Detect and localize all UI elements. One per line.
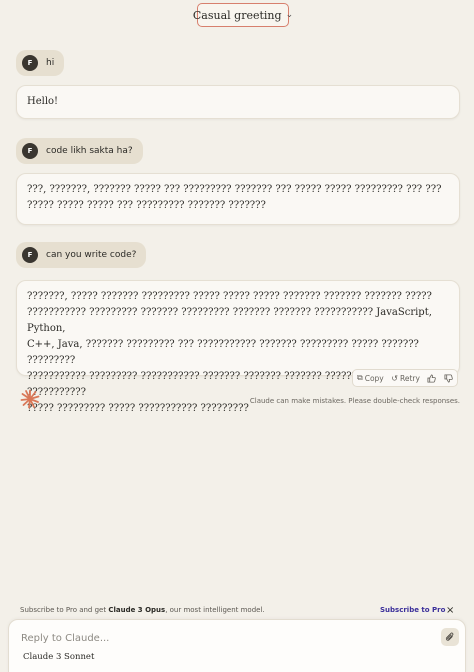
conversation-title: Casual greeting xyxy=(192,8,282,22)
paperclip-icon[interactable] xyxy=(441,628,459,646)
thumbs-down-button[interactable] xyxy=(444,373,453,383)
composer: Claude 3 Sonnet xyxy=(8,619,466,672)
promo-banner: Subscribe to Pro and get Claude 3 Opus, … xyxy=(20,605,458,618)
assistant-message-line: ???, ???????, ??????? ????? ??? ????????… xyxy=(27,184,442,195)
promo-text: Subscribe to Pro and get Claude 3 Opus, … xyxy=(20,606,265,614)
assistant-message-line: Hello! xyxy=(27,96,59,107)
user-message: F hi xyxy=(16,50,65,76)
conversation-title-button[interactable]: Casual greeting ⌄ xyxy=(193,3,293,27)
user-avatar: F xyxy=(22,247,38,263)
user-message-text: can you write code? xyxy=(46,250,137,260)
assistant-message-line: C++, Java, ??????? ????????? ??? ???????… xyxy=(27,339,419,366)
assistant-message: ???, ???????, ??????? ????? ??? ????????… xyxy=(16,173,460,225)
assistant-message: Hello! xyxy=(16,85,460,119)
chevron-down-icon: ⌄ xyxy=(285,10,294,20)
assistant-message-line: ????? ????? ????? ??? ????????? ??????? … xyxy=(27,200,266,211)
copy-label: Copy xyxy=(364,373,384,383)
assistant-message-line: ???????, ????? ??????? ????????? ????? ?… xyxy=(27,291,432,302)
user-message-text: hi xyxy=(46,58,55,68)
thumbs-down-icon xyxy=(444,373,453,383)
promo-text-prefix: Subscribe to Pro and get xyxy=(20,606,109,614)
model-selector[interactable]: Claude 3 Sonnet xyxy=(23,652,94,662)
user-message-text: code likh sakta ha? xyxy=(46,146,133,156)
copy-button[interactable]: ⧉ Copy xyxy=(357,373,384,383)
close-icon[interactable]: × xyxy=(446,605,454,616)
assistant-message-line: ??????????? ????????? ??????? ????????? … xyxy=(27,307,432,334)
retry-icon: ↺ xyxy=(391,373,398,383)
thumbs-up-button[interactable] xyxy=(427,373,437,383)
user-message: F can you write code? xyxy=(16,242,147,268)
subscribe-link[interactable]: Subscribe to Pro xyxy=(380,606,445,614)
message-actions: ⧉ Copy ↺ Retry xyxy=(352,369,458,387)
retry-label: Retry xyxy=(399,373,420,383)
user-message: F code likh sakta ha? xyxy=(16,138,143,164)
user-avatar: F xyxy=(22,143,38,159)
copy-icon: ⧉ xyxy=(357,373,363,382)
reply-input[interactable] xyxy=(21,630,421,646)
claude-logo-icon xyxy=(20,389,40,409)
disclaimer-text: Claude can make mistakes. Please double-… xyxy=(249,397,460,405)
thumbs-up-icon xyxy=(427,373,437,383)
promo-text-suffix: , our most intelligent model. xyxy=(165,606,265,614)
user-avatar: F xyxy=(22,55,38,71)
retry-button[interactable]: ↺ Retry xyxy=(391,374,420,383)
promo-model-name: Claude 3 Opus xyxy=(108,606,166,614)
assistant-message: ???????, ????? ??????? ????????? ????? ?… xyxy=(16,280,460,414)
